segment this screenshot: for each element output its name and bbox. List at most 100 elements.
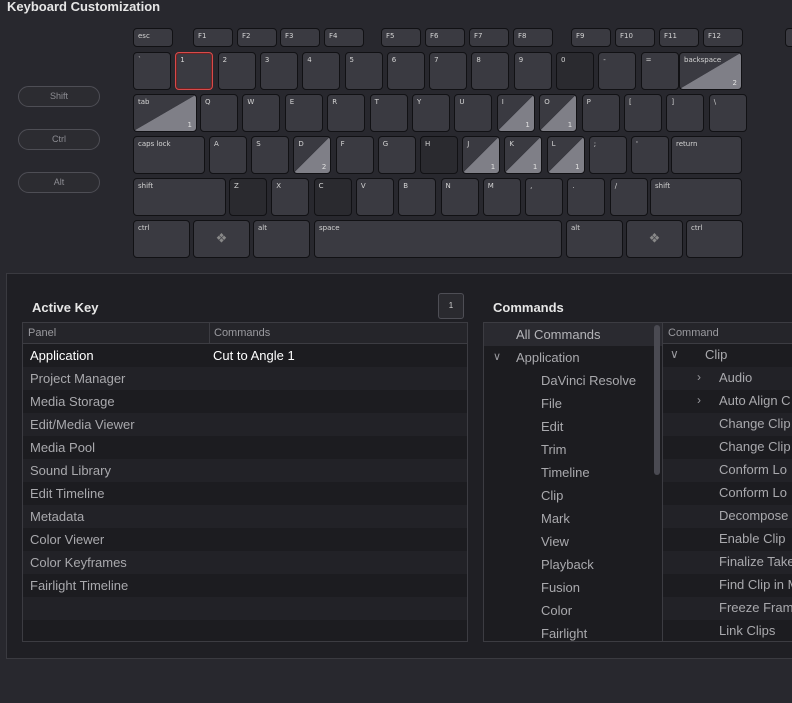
modifier-shift-button[interactable]: Shift bbox=[18, 86, 100, 107]
category-item[interactable]: Fusion bbox=[484, 576, 662, 599]
key-g[interactable]: G bbox=[377, 136, 416, 174]
category-item[interactable]: File bbox=[484, 392, 662, 415]
column-header-panel[interactable]: Panel bbox=[28, 327, 56, 339]
key-4[interactable]: 4 bbox=[302, 52, 341, 90]
key-l[interactable]: L1 bbox=[546, 136, 585, 174]
command-list-item[interactable]: Finalize Take bbox=[663, 551, 792, 574]
key-d[interactable]: D2 bbox=[293, 136, 332, 174]
category-item[interactable]: Timeline bbox=[484, 461, 662, 484]
category-group-application[interactable]: ∨ Application bbox=[484, 346, 662, 369]
table-row[interactable]: Fairlight Timeline bbox=[23, 574, 467, 597]
table-row[interactable] bbox=[23, 597, 467, 620]
key-right-command[interactable]: ❖ bbox=[626, 220, 683, 258]
table-row[interactable]: Color Keyframes bbox=[23, 551, 467, 574]
key-slash[interactable]: / bbox=[609, 178, 648, 216]
key-space[interactable]: space bbox=[314, 220, 562, 258]
key-a[interactable]: A bbox=[209, 136, 247, 174]
key-backslash[interactable]: \ bbox=[708, 94, 747, 132]
category-item[interactable]: Color bbox=[484, 599, 662, 622]
key-offscreen[interactable] bbox=[785, 28, 792, 47]
category-item[interactable]: Playback bbox=[484, 553, 662, 576]
command-list-item[interactable]: Conform Lo bbox=[663, 459, 792, 482]
categories-scrollbar[interactable] bbox=[654, 325, 660, 475]
key-quote[interactable]: ' bbox=[631, 136, 669, 174]
key-period[interactable]: . bbox=[567, 178, 606, 216]
category-item[interactable]: Edit bbox=[484, 415, 662, 438]
key-b[interactable]: B bbox=[398, 178, 437, 216]
key-equals[interactable]: = bbox=[640, 52, 679, 90]
key-8[interactable]: 8 bbox=[471, 52, 510, 90]
chevron-right-icon[interactable]: › bbox=[697, 370, 701, 384]
modifier-alt-button[interactable]: Alt bbox=[18, 172, 100, 193]
command-list-item[interactable]: Conform Lo bbox=[663, 482, 792, 505]
table-row[interactable]: Sound Library bbox=[23, 459, 467, 482]
command-list-item[interactable]: › Audio bbox=[663, 367, 792, 390]
key-e[interactable]: E bbox=[284, 94, 323, 132]
key-f8[interactable]: F8 bbox=[513, 28, 553, 47]
key-u[interactable]: U bbox=[454, 94, 493, 132]
key-s[interactable]: S bbox=[251, 136, 290, 174]
key-backtick[interactable]: ` bbox=[133, 52, 171, 90]
chevron-down-icon[interactable]: ∨ bbox=[493, 350, 501, 363]
key-caps-lock[interactable]: caps lock bbox=[133, 136, 205, 174]
key-3[interactable]: 3 bbox=[259, 52, 298, 90]
command-list-header[interactable]: Command bbox=[663, 323, 792, 344]
key-f6[interactable]: F6 bbox=[425, 28, 465, 47]
key-r[interactable]: R bbox=[327, 94, 366, 132]
key-f10[interactable]: F10 bbox=[615, 28, 655, 47]
table-row[interactable]: Media Storage bbox=[23, 390, 467, 413]
key-right-alt[interactable]: alt bbox=[566, 220, 623, 258]
key-f[interactable]: F bbox=[335, 136, 374, 174]
table-row[interactable] bbox=[23, 620, 467, 641]
category-item[interactable]: View bbox=[484, 530, 662, 553]
chevron-right-icon[interactable]: › bbox=[697, 393, 701, 407]
key-1[interactable]: 1 bbox=[175, 52, 214, 90]
key-i[interactable]: I1 bbox=[496, 94, 535, 132]
key-rbracket[interactable]: ] bbox=[666, 94, 705, 132]
key-f4[interactable]: F4 bbox=[324, 28, 364, 47]
all-commands-item[interactable]: All Commands bbox=[484, 323, 662, 346]
table-row[interactable]: Media Pool bbox=[23, 436, 467, 459]
key-p[interactable]: P bbox=[581, 94, 620, 132]
key-tab[interactable]: tab 1 bbox=[133, 94, 197, 132]
key-f9[interactable]: F9 bbox=[571, 28, 611, 47]
key-w[interactable]: W bbox=[242, 94, 281, 132]
key-v[interactable]: V bbox=[355, 178, 394, 216]
key-m[interactable]: M bbox=[482, 178, 521, 216]
active-key-count-button[interactable]: 1 bbox=[438, 293, 464, 319]
key-h[interactable]: H bbox=[420, 136, 458, 174]
key-y[interactable]: Y bbox=[412, 94, 450, 132]
key-9[interactable]: 9 bbox=[513, 52, 552, 90]
key-left-ctrl[interactable]: ctrl bbox=[133, 220, 190, 258]
key-c[interactable]: C bbox=[313, 178, 352, 216]
key-2[interactable]: 2 bbox=[217, 52, 256, 90]
key-f2[interactable]: F2 bbox=[237, 28, 277, 47]
category-item[interactable]: Trim bbox=[484, 438, 662, 461]
command-list-item[interactable]: Change Clip bbox=[663, 413, 792, 436]
key-5[interactable]: 5 bbox=[344, 52, 383, 90]
key-left-alt[interactable]: alt bbox=[253, 220, 310, 258]
key-backspace[interactable]: backspace 2 bbox=[679, 52, 742, 90]
command-list-item[interactable]: › Auto Align C bbox=[663, 390, 792, 413]
category-item[interactable]: DaVinci Resolve bbox=[484, 369, 662, 392]
key-f1[interactable]: F1 bbox=[193, 28, 233, 47]
key-n[interactable]: N bbox=[440, 178, 479, 216]
key-j[interactable]: J1 bbox=[462, 136, 501, 174]
key-k[interactable]: K1 bbox=[504, 136, 543, 174]
key-f5[interactable]: F5 bbox=[381, 28, 421, 47]
key-6[interactable]: 6 bbox=[386, 52, 425, 90]
key-left-command[interactable]: ❖ bbox=[193, 220, 250, 258]
table-row[interactable]: Application Cut to Angle 1 bbox=[23, 344, 467, 367]
table-row[interactable]: Project Manager bbox=[23, 367, 467, 390]
key-7[interactable]: 7 bbox=[429, 52, 468, 90]
key-f3[interactable]: F3 bbox=[280, 28, 320, 47]
table-row[interactable]: Edit Timeline bbox=[23, 482, 467, 505]
command-list-item[interactable]: Enable Clip bbox=[663, 528, 792, 551]
key-0[interactable]: 0 bbox=[556, 52, 594, 90]
key-o[interactable]: O1 bbox=[539, 94, 578, 132]
modifier-ctrl-button[interactable]: Ctrl bbox=[18, 129, 100, 150]
key-lbracket[interactable]: [ bbox=[624, 94, 662, 132]
command-list-item[interactable]: ∨ Clip bbox=[663, 344, 792, 367]
key-t[interactable]: T bbox=[369, 94, 408, 132]
command-list-item[interactable]: Change Clip bbox=[663, 436, 792, 459]
